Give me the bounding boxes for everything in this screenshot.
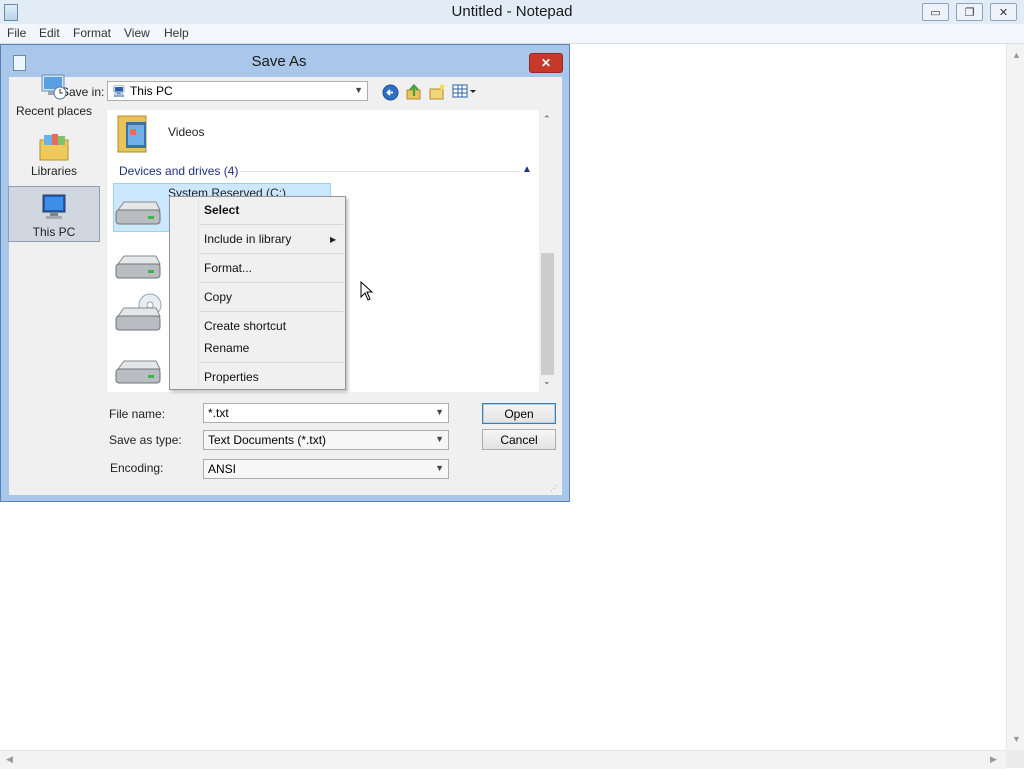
place-label: Recent places: [15, 104, 93, 118]
libraries-icon: [38, 132, 70, 162]
editor-vertical-scrollbar[interactable]: ▲ ▼: [1006, 44, 1024, 750]
save-as-type-select[interactable]: Text Documents (*.txt) ▼: [203, 430, 449, 450]
place-recent-places[interactable]: Recent places: [8, 66, 100, 122]
menu-separator: [200, 253, 343, 254]
collapse-chevron-icon[interactable]: ▲: [522, 164, 532, 175]
dialog-close-button[interactable]: ✕: [529, 53, 563, 73]
optical-drive-icon[interactable]: [114, 292, 162, 336]
save-in-combo[interactable]: 🖥 This PC ▼: [107, 81, 368, 101]
menu-gutter: [198, 199, 199, 387]
view-menu-icon[interactable]: [452, 83, 478, 102]
save-as-type-label: Save as type:: [109, 433, 182, 447]
menu-bar: File Edit Format View Help: [0, 24, 1024, 44]
file-name-field[interactable]: *.txt ▼: [203, 403, 449, 423]
open-button[interactable]: Open: [482, 403, 556, 424]
encoding-label: Encoding:: [110, 461, 164, 475]
menu-separator: [200, 311, 343, 312]
new-folder-icon[interactable]: [428, 83, 446, 104]
encoding-value: ANSI: [208, 462, 237, 476]
menu-help[interactable]: Help: [164, 26, 189, 40]
menu-item-select[interactable]: Select: [204, 203, 239, 217]
menu-item-copy[interactable]: Copy: [204, 290, 232, 304]
back-icon[interactable]: [382, 84, 399, 104]
chevron-down-icon: ▼: [354, 85, 363, 95]
recent-places-icon: [38, 72, 70, 102]
pc-small-icon: 🖥: [112, 85, 126, 98]
menu-separator: [200, 224, 343, 225]
encoding-select[interactable]: ANSI ▼: [203, 459, 449, 479]
resize-grip-icon[interactable]: ⋰: [550, 484, 558, 493]
context-menu: Select Include in library ▶ Format... Co…: [169, 196, 346, 390]
hard-drive-icon[interactable]: [114, 355, 162, 389]
scroll-down-icon[interactable]: ▼: [1012, 734, 1021, 744]
chevron-down-icon[interactable]: ▼: [435, 407, 444, 417]
scroll-left-icon[interactable]: ◀: [6, 754, 13, 765]
cancel-button[interactable]: Cancel: [482, 429, 556, 450]
file-item-videos[interactable]: Videos: [168, 125, 204, 139]
menu-separator: [200, 362, 343, 363]
menu-item-rename[interactable]: Rename: [204, 341, 249, 355]
mouse-cursor-icon: [360, 280, 374, 304]
chevron-down-icon: ▼: [435, 463, 444, 473]
chevron-down-icon: ▼: [435, 434, 444, 444]
scroll-down-icon[interactable]: ⌄: [543, 376, 551, 387]
place-label: Libraries: [30, 164, 78, 178]
notepad-titlebar: Untitled - Notepad ▭ ❐ ✕: [0, 0, 1024, 24]
scroll-up-icon[interactable]: ⌃: [543, 114, 551, 125]
up-folder-icon[interactable]: [405, 83, 423, 104]
file-name-value: *.txt: [208, 406, 229, 420]
editor-horizontal-scrollbar[interactable]: ◀ ▶: [0, 750, 1006, 769]
place-libraries[interactable]: Libraries: [8, 126, 100, 182]
scrollbar-thumb[interactable]: [541, 253, 554, 375]
close-window-button[interactable]: ✕: [990, 3, 1017, 21]
devices-group-header[interactable]: Devices and drives (4): [119, 164, 238, 178]
menu-item-format[interactable]: Format...: [204, 261, 252, 275]
menu-item-properties[interactable]: Properties: [204, 370, 259, 384]
file-name-label: File name:: [109, 407, 166, 421]
submenu-arrow-icon: ▶: [330, 235, 337, 244]
menu-edit[interactable]: Edit: [39, 26, 60, 40]
place-label: This PC: [32, 225, 76, 239]
scroll-right-icon[interactable]: ▶: [990, 754, 997, 765]
hard-drive-icon[interactable]: [114, 196, 162, 230]
place-this-pc[interactable]: This PC: [8, 186, 100, 242]
save-as-type-value: Text Documents (*.txt): [208, 433, 327, 447]
window-title: Untitled - Notepad: [451, 3, 573, 20]
menu-item-create-shortcut[interactable]: Create shortcut: [204, 319, 286, 333]
menu-separator: [200, 282, 343, 283]
menu-file[interactable]: File: [7, 26, 26, 40]
group-divider: [240, 171, 520, 172]
menu-view[interactable]: View: [124, 26, 150, 40]
videos-folder-icon: [116, 110, 150, 154]
menu-format[interactable]: Format: [73, 26, 111, 40]
save-in-value: This PC: [129, 84, 173, 98]
this-pc-icon: [38, 193, 70, 223]
places-bar: Recent places Libraries This PC: [8, 66, 100, 356]
scroll-up-icon[interactable]: ▲: [1012, 50, 1021, 60]
menu-item-include-in-library[interactable]: Include in library: [204, 232, 291, 246]
minimize-button[interactable]: ▭: [922, 3, 949, 21]
restore-button[interactable]: ❐: [956, 3, 983, 21]
hard-drive-icon[interactable]: [114, 250, 162, 284]
scrollbar-corner: [1006, 750, 1024, 768]
